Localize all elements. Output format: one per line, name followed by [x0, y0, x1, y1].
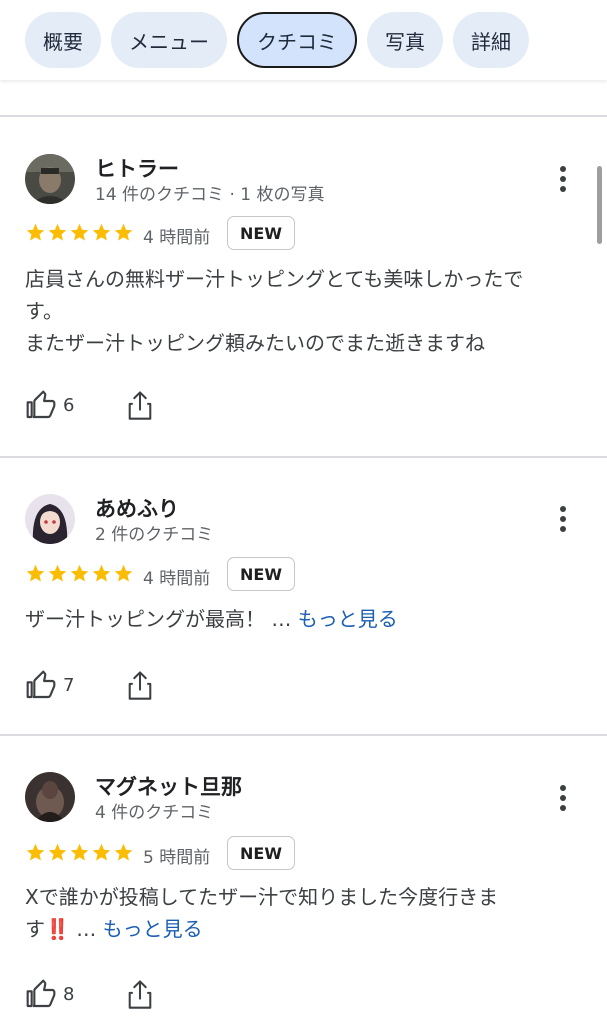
- new-badge: NEW: [227, 216, 295, 250]
- review-text: ザー汁トッピングが最高！ … もっと見る: [25, 607, 398, 631]
- avatar[interactable]: [25, 154, 75, 204]
- more-vert-icon[interactable]: [553, 783, 573, 813]
- avatar[interactable]: [25, 494, 75, 544]
- star-icon: [26, 564, 45, 582]
- like-count: 6: [63, 394, 75, 416]
- reviewer-meta: 14 件のクチコミ · 1 枚の写真: [95, 185, 325, 205]
- share-icon[interactable]: [126, 978, 154, 1010]
- like-count: 7: [63, 674, 75, 696]
- new-badge: NEW: [227, 557, 295, 591]
- tab-bar: 概要 メニュー クチコミ 写真 詳細: [0, 0, 607, 80]
- like-button[interactable]: 8: [25, 978, 74, 1010]
- reviewer-name[interactable]: ヒトラー: [95, 153, 179, 183]
- like-button[interactable]: 7: [25, 669, 74, 701]
- thumbs-up-icon: [26, 670, 56, 699]
- star-icon: [70, 843, 89, 861]
- review-text: Xで誰かが投稿してたザー汁で知りました今度行きま す‼️ … もっと見る: [25, 885, 499, 941]
- star-icon: [92, 843, 111, 861]
- star-icon: [114, 564, 133, 582]
- double-exclamation-emoji: ‼️: [45, 917, 70, 941]
- star-icon: [114, 223, 133, 241]
- review-time: 4 時間前: [143, 228, 211, 248]
- reviewer-name[interactable]: マグネット旦那: [95, 771, 242, 801]
- read-more-link[interactable]: もっと見る: [298, 607, 398, 631]
- tab-reviews[interactable]: クチコミ: [237, 12, 357, 68]
- reviewer-name[interactable]: あめふり: [95, 493, 179, 523]
- review-text: 店員さんの無料ザー汁トッピングとても美味しかったで す。 またザー汁トッピング頼…: [25, 267, 524, 355]
- star-icon: [48, 564, 67, 582]
- review-card: あめふり 2 件のクチコミ 4 時間前 NEW ザー汁トッピングが最高！ … も…: [0, 458, 607, 734]
- like-count: 8: [63, 983, 75, 1005]
- share-icon[interactable]: [126, 389, 154, 421]
- thumbs-up-icon: [26, 979, 56, 1008]
- star-icon: [70, 564, 89, 582]
- thumbs-up-icon: [26, 390, 56, 419]
- star-icon: [92, 223, 111, 241]
- star-icon: [48, 843, 67, 861]
- review-card: マグネット旦那 4 件のクチコミ 5 時間前 NEW Xで誰かが投稿してたザー汁…: [0, 736, 607, 1024]
- reviewer-meta: 2 件のクチコミ: [95, 525, 214, 545]
- tab-photos[interactable]: 写真: [367, 12, 443, 68]
- more-vert-icon[interactable]: [553, 504, 573, 534]
- read-more-link[interactable]: もっと見る: [103, 917, 203, 941]
- star-rating: [25, 842, 134, 863]
- share-icon[interactable]: [126, 669, 154, 701]
- tab-details[interactable]: 詳細: [453, 12, 529, 68]
- star-icon: [92, 564, 111, 582]
- review-time: 5 時間前: [143, 848, 211, 868]
- tab-overview[interactable]: 概要: [25, 12, 101, 68]
- new-badge: NEW: [227, 836, 295, 870]
- like-button[interactable]: 6: [25, 389, 74, 421]
- avatar[interactable]: [25, 772, 75, 822]
- star-icon: [26, 223, 45, 241]
- star-icon: [70, 223, 89, 241]
- more-vert-icon[interactable]: [553, 164, 573, 194]
- star-rating: [25, 222, 134, 243]
- reviewer-meta: 4 件のクチコミ: [95, 803, 214, 823]
- star-rating: [25, 563, 134, 584]
- tab-menu[interactable]: メニュー: [111, 12, 227, 68]
- star-icon: [26, 843, 45, 861]
- star-icon: [114, 843, 133, 861]
- review-time: 4 時間前: [143, 569, 211, 589]
- star-icon: [48, 223, 67, 241]
- review-card: ヒトラー 14 件のクチコミ · 1 枚の写真 4 時間前 NEW 店員さんの無…: [0, 117, 607, 455]
